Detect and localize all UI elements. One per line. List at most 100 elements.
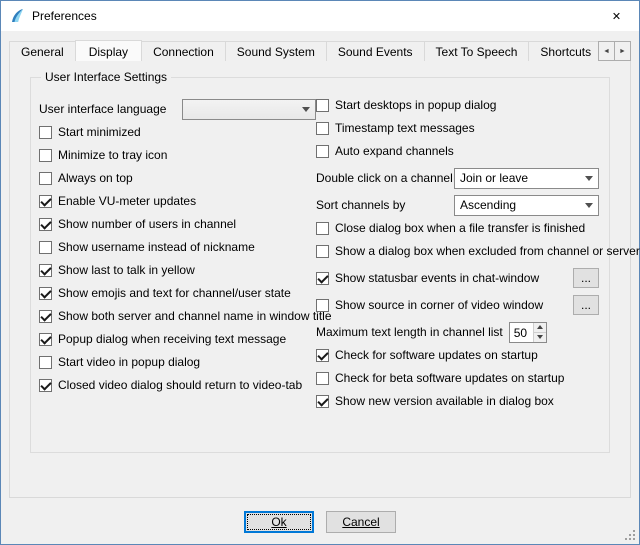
left-column: User interface language Start minimized …: [39, 98, 316, 417]
checkbox-label: Check for software updates on startup: [335, 348, 538, 362]
checkbox-label: Enable VU-meter updates: [58, 194, 196, 208]
checkbox-start-minimized[interactable]: Start minimized: [39, 125, 141, 139]
language-label: User interface language: [39, 102, 166, 116]
chevron-down-icon: [302, 107, 310, 112]
checkbox-box: [39, 126, 52, 139]
checkbox-box: [316, 395, 329, 408]
checkbox-box: [316, 349, 329, 362]
tab-shortcuts[interactable]: Shortcuts: [528, 41, 603, 61]
checkbox-label: Show emojis and text for channel/user st…: [58, 286, 291, 300]
checkbox-box: [39, 149, 52, 162]
checkbox-box: [39, 172, 52, 185]
tab-scroller: ◄ ►: [599, 41, 631, 61]
checkbox-auto-expand-channels[interactable]: Auto expand channels: [316, 144, 454, 158]
checkbox-start-desktops-popup[interactable]: Start desktops in popup dialog: [316, 98, 496, 112]
tab-bar: General Display Connection Sound System …: [9, 39, 631, 61]
checkbox-video-return-tab[interactable]: Closed video dialog should return to vid…: [39, 378, 302, 392]
spinner-buttons: [533, 323, 546, 342]
ok-button[interactable]: Ok: [244, 511, 314, 533]
checkbox-label: Show username instead of nickname: [58, 240, 255, 254]
checkbox-label: Close dialog box when a file transfer is…: [335, 221, 585, 235]
spinner-up-icon[interactable]: [534, 323, 546, 332]
statusbar-events-browse-button[interactable]: ...: [573, 268, 599, 288]
checkbox-show-emojis[interactable]: Show emojis and text for channel/user st…: [39, 286, 291, 300]
spinner-down-icon[interactable]: [534, 332, 546, 342]
group-title: User Interface Settings: [41, 70, 171, 84]
checkbox-show-user-count[interactable]: Show number of users in channel: [39, 217, 236, 231]
tab-display[interactable]: Display: [75, 40, 142, 61]
sort-channels-select[interactable]: Ascending: [454, 195, 599, 216]
display-tab-pane: User Interface Settings User interface l…: [9, 60, 631, 498]
checkbox-show-new-version[interactable]: Show new version available in dialog box: [316, 394, 554, 408]
checkbox-always-on-top[interactable]: Always on top: [39, 171, 133, 185]
checkbox-label: Minimize to tray icon: [58, 148, 167, 162]
checkbox-label: Popup dialog when receiving text message: [58, 332, 286, 346]
max-text-length-value[interactable]: 50: [510, 323, 533, 342]
checkbox-box: [316, 99, 329, 112]
dialog-buttons: Ok Cancel: [1, 511, 639, 533]
checkbox-last-talk-yellow[interactable]: Show last to talk in yellow: [39, 263, 195, 277]
checkbox-check-updates[interactable]: Check for software updates on startup: [316, 348, 538, 362]
checkbox-label: Show source in corner of video window: [335, 298, 543, 312]
max-text-length-spinner[interactable]: 50: [509, 322, 547, 343]
checkbox-box: [316, 145, 329, 158]
checkbox-box: [316, 245, 329, 258]
chevron-down-icon: [585, 176, 593, 181]
app-icon: [9, 8, 25, 24]
checkbox-box: [316, 222, 329, 235]
double-click-select-value: Join or leave: [460, 171, 579, 185]
checkbox-box: [39, 310, 52, 323]
checkbox-box: [39, 356, 52, 369]
checkbox-statusbar-events[interactable]: Show statusbar events in chat-window: [316, 271, 539, 285]
checkbox-label: Check for beta software updates on start…: [335, 371, 564, 385]
close-button[interactable]: ✕: [594, 1, 639, 31]
checkbox-dialog-when-excluded[interactable]: Show a dialog box when excluded from cha…: [316, 244, 640, 258]
checkbox-label: Show a dialog box when excluded from cha…: [335, 244, 640, 258]
checkbox-label: Timestamp text messages: [335, 121, 475, 135]
checkbox-box: [39, 264, 52, 277]
checkbox-enable-vu-meter[interactable]: Enable VU-meter updates: [39, 194, 196, 208]
sort-channels-select-value: Ascending: [460, 198, 579, 212]
checkbox-popup-text-message[interactable]: Popup dialog when receiving text message: [39, 332, 286, 346]
title-bar[interactable]: Preferences ✕: [1, 1, 639, 31]
checkbox-box: [39, 195, 52, 208]
tab-scroll-right-icon[interactable]: ►: [614, 41, 631, 61]
checkbox-timestamp-messages[interactable]: Timestamp text messages: [316, 121, 475, 135]
tab-general[interactable]: General: [9, 41, 76, 61]
checkbox-label: Start minimized: [58, 125, 141, 139]
checkbox-show-username[interactable]: Show username instead of nickname: [39, 240, 255, 254]
cancel-button[interactable]: Cancel: [326, 511, 396, 533]
checkbox-start-video-popup[interactable]: Start video in popup dialog: [39, 355, 200, 369]
double-click-label: Double click on a channel: [316, 171, 453, 185]
checkbox-box: [316, 122, 329, 135]
checkbox-box: [39, 241, 52, 254]
checkbox-box: [39, 333, 52, 346]
checkbox-close-dialog-file-transfer[interactable]: Close dialog box when a file transfer is…: [316, 221, 585, 235]
tab-connection[interactable]: Connection: [141, 41, 226, 61]
checkbox-label: Start desktops in popup dialog: [335, 98, 496, 112]
tab-text-to-speech[interactable]: Text To Speech: [424, 41, 530, 61]
resize-grip[interactable]: [633, 538, 635, 540]
checkbox-minimize-to-tray[interactable]: Minimize to tray icon: [39, 148, 167, 162]
video-source-browse-button[interactable]: ...: [573, 295, 599, 315]
checkbox-video-source-corner[interactable]: Show source in corner of video window: [316, 298, 543, 312]
checkbox-label: Show number of users in channel: [58, 217, 236, 231]
checkbox-box: [316, 272, 329, 285]
sort-channels-label: Sort channels by: [316, 198, 405, 212]
tab-sound-events[interactable]: Sound Events: [326, 41, 425, 61]
checkbox-label: Start video in popup dialog: [58, 355, 200, 369]
max-text-length-label: Maximum text length in channel list: [316, 325, 503, 339]
checkbox-check-beta-updates[interactable]: Check for beta software updates on start…: [316, 371, 564, 385]
checkbox-label: Show both server and channel name in win…: [58, 309, 332, 323]
language-select[interactable]: [182, 99, 316, 120]
double-click-select[interactable]: Join or leave: [454, 168, 599, 189]
checkbox-box: [39, 218, 52, 231]
checkbox-server-channel-title[interactable]: Show both server and channel name in win…: [39, 309, 332, 323]
checkbox-label: Show new version available in dialog box: [335, 394, 554, 408]
checkbox-box: [316, 372, 329, 385]
tab-sound-system[interactable]: Sound System: [225, 41, 327, 61]
checkbox-label: Show last to talk in yellow: [58, 263, 195, 277]
checkbox-box: [39, 379, 52, 392]
tab-scroll-left-icon[interactable]: ◄: [598, 41, 615, 61]
checkbox-label: Auto expand channels: [335, 144, 454, 158]
